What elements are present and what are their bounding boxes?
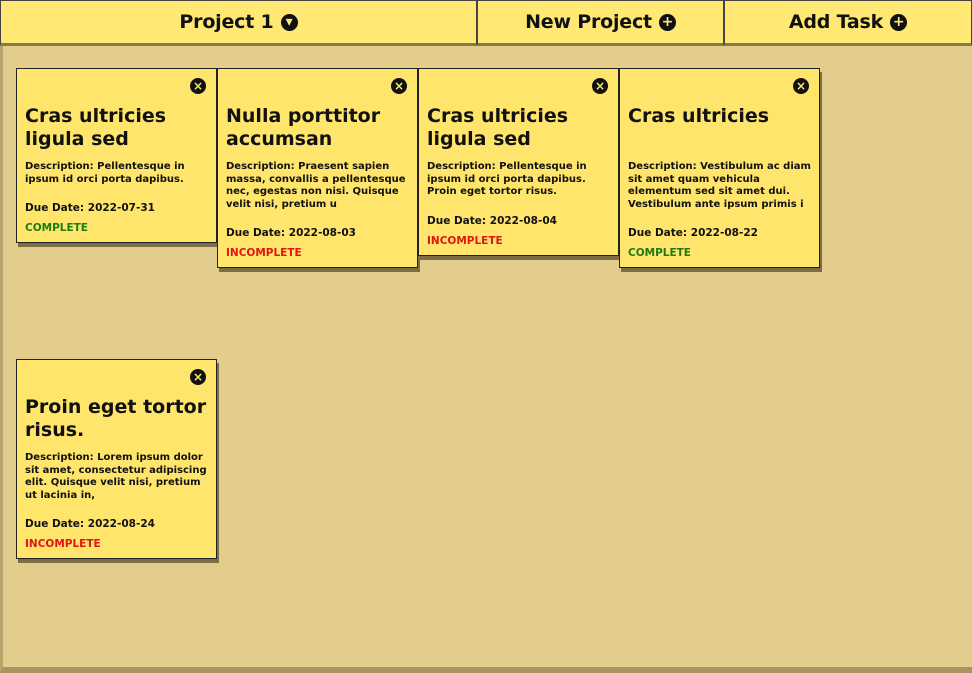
plus-circle-icon: +	[658, 13, 676, 31]
task-title: Cras ultricies ligula sed	[427, 105, 569, 150]
new-project-button[interactable]: New Project +	[477, 0, 724, 46]
project-select-label: Project 1	[179, 11, 274, 33]
add-task-label: Add Task	[788, 11, 884, 33]
task-title: Proin eget tortor risus.	[25, 396, 207, 441]
task-description: Description: Vestibulum ac diam sit amet…	[628, 161, 811, 210]
chevron-down-circle-icon: ▾	[280, 13, 298, 31]
project-select-button[interactable]: Project 1 ▾	[0, 0, 477, 46]
task-title: Cras ultricies ligula sed	[25, 105, 167, 150]
task-status: COMPLETE	[628, 247, 691, 259]
new-project-label: New Project	[525, 11, 652, 33]
task-card: × Cras ultricies Description: Vestibulum…	[619, 68, 820, 268]
delete-task-icon[interactable]: ×	[592, 78, 608, 94]
task-status: INCOMPLETE	[25, 538, 101, 550]
delete-task-icon[interactable]: ×	[793, 78, 809, 94]
task-title: Cras ultricies	[628, 105, 770, 127]
task-description: Description: Pellentesque in ipsum id or…	[25, 161, 185, 185]
task-description: Description: Praesent sapien massa, conv…	[226, 161, 406, 210]
task-status: INCOMPLETE	[226, 247, 302, 259]
task-due-date: Due Date: 2022-08-24	[25, 518, 155, 530]
task-title: Nulla porttitor accumsan	[226, 105, 381, 150]
task-due-date: Due Date: 2022-08-22	[628, 227, 758, 239]
task-due-date: Due Date: 2022-07-31	[25, 202, 155, 214]
delete-task-icon[interactable]: ×	[190, 78, 206, 94]
delete-task-icon[interactable]: ×	[391, 78, 407, 94]
task-card: × Proin eget tortor risus. Description: …	[16, 359, 217, 559]
top-navigation-bar: Project 1 ▾ New Project + Add Task +	[0, 0, 972, 46]
task-description: Description: Lorem ipsum dolor sit amet,…	[25, 452, 207, 501]
task-board: × Cras ultricies ligula sed Description:…	[0, 46, 972, 673]
task-status: COMPLETE	[25, 222, 88, 234]
delete-task-icon[interactable]: ×	[190, 369, 206, 385]
plus-circle-icon: +	[890, 13, 908, 31]
task-card: × Cras ultricies ligula sed Description:…	[16, 68, 217, 243]
task-status: INCOMPLETE	[427, 234, 503, 247]
task-due-date: Due Date: 2022-08-03	[226, 227, 356, 239]
task-due-date: Due Date: 2022-08-04	[427, 214, 557, 227]
task-card: × Nulla porttitor accumsan Description: …	[217, 68, 418, 268]
add-task-button[interactable]: Add Task +	[724, 0, 972, 46]
task-description: Description: Pellentesque in ipsum id or…	[427, 161, 587, 197]
task-card: × Cras ultricies ligula sed Description:…	[418, 68, 619, 256]
